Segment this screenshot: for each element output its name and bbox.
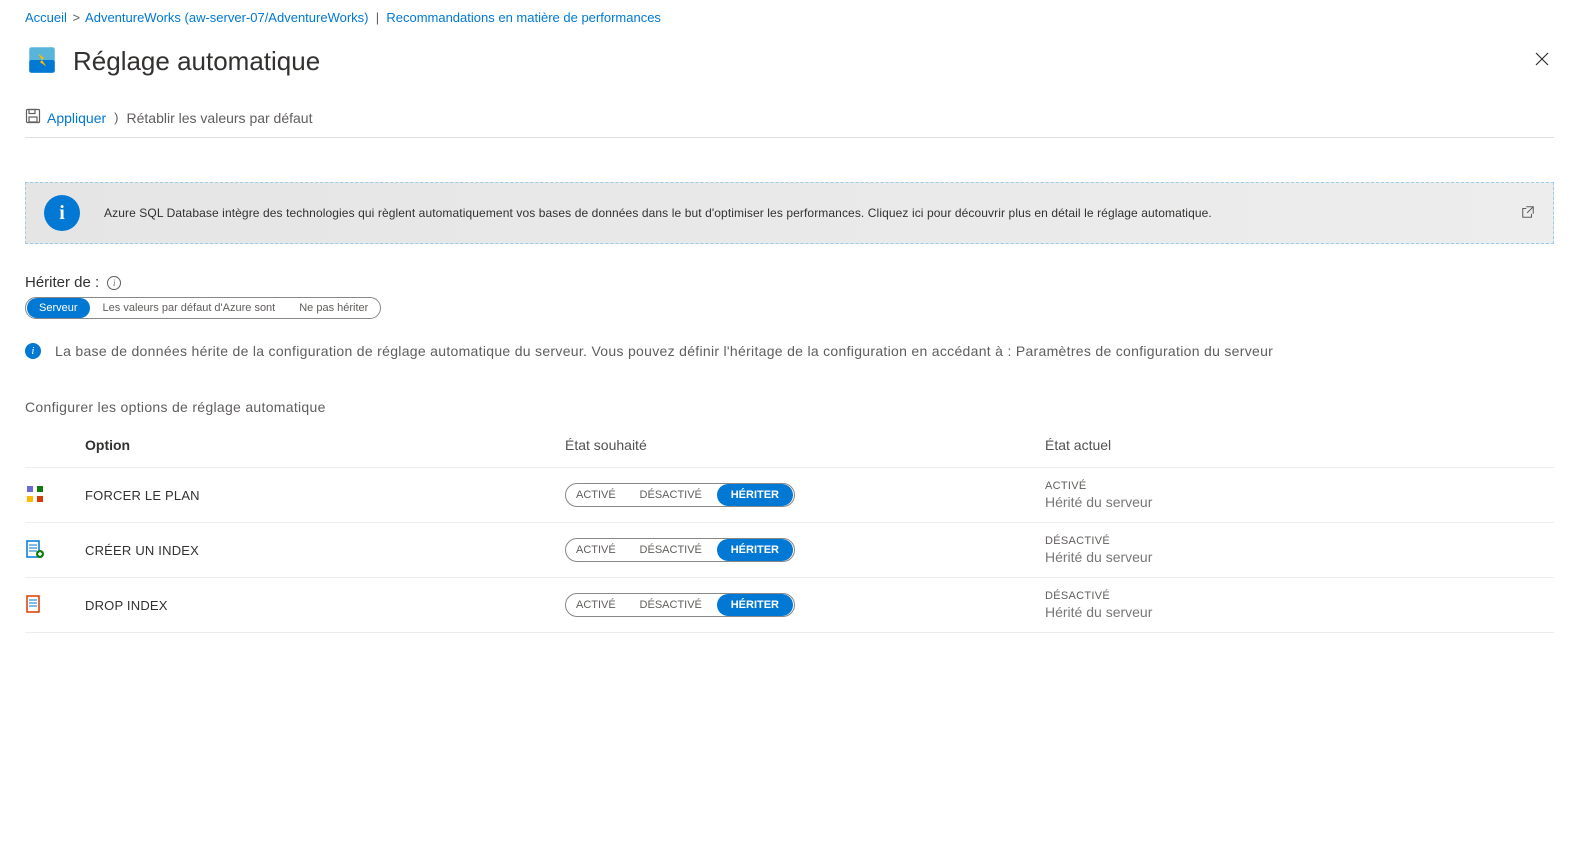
- inherit-option-none[interactable]: Ne pas hériter: [287, 302, 380, 314]
- apply-label: Appliquer: [47, 110, 106, 126]
- current-state: ACTIVÉ Hérité du serveur: [1045, 480, 1554, 510]
- info-icon-small: i: [25, 343, 41, 359]
- configure-options-label: Configurer les options de réglage automa…: [25, 399, 1554, 415]
- tuning-options-table: Option État souhaité État actuel FORCER …: [25, 437, 1554, 633]
- current-state-source: Hérité du serveur: [1045, 494, 1554, 510]
- apply-button[interactable]: Appliquer: [25, 108, 106, 127]
- breadcrumb: Accueil > AdventureWorks (aw-server-07/A…: [25, 10, 1554, 25]
- inherit-from-segmented[interactable]: Serveur Les valeurs par défaut d'Azure s…: [25, 297, 381, 319]
- table-row: CRÉER UN INDEX ACTIVÉ DÉSACTIVÉ HÉRITER …: [25, 522, 1554, 577]
- breadcrumb-home[interactable]: Accueil: [25, 10, 67, 25]
- toggle-inherit[interactable]: HÉRITER: [717, 594, 793, 616]
- desired-state-toggle[interactable]: ACTIVÉ DÉSACTIVÉ HÉRITER: [565, 593, 795, 617]
- desired-state-toggle[interactable]: ACTIVÉ DÉSACTIVÉ HÉRITER: [565, 483, 795, 507]
- toggle-inherit[interactable]: HÉRITER: [717, 484, 793, 506]
- reset-defaults-button[interactable]: Rétablir les valeurs par défaut: [127, 110, 313, 126]
- toggle-on[interactable]: ACTIVÉ: [566, 599, 626, 611]
- breadcrumb-pipe: |: [372, 10, 386, 25]
- toggle-on[interactable]: ACTIVÉ: [566, 489, 626, 501]
- toggle-off[interactable]: DÉSACTIVÉ: [630, 544, 712, 556]
- current-state: DÉSACTIVÉ Hérité du serveur: [1045, 590, 1554, 620]
- toggle-off[interactable]: DÉSACTIVÉ: [630, 599, 712, 611]
- table-row: DROP INDEX ACTIVÉ DÉSACTIVÉ HÉRITER DÉSA…: [25, 577, 1554, 633]
- page-title: Réglage automatique: [73, 46, 320, 77]
- inherit-option-server[interactable]: Serveur: [27, 298, 90, 318]
- database-icon: [25, 43, 59, 80]
- current-state-value: ACTIVÉ: [1045, 480, 1554, 492]
- inherit-description-text: La base de données hérite de la configur…: [55, 343, 1273, 359]
- toolbar: Appliquer ) Rétablir les valeurs par déf…: [25, 108, 1554, 138]
- inherit-from-text: Hériter de :: [25, 274, 99, 291]
- breadcrumb-sep: >: [73, 10, 81, 25]
- info-banner[interactable]: i Azure SQL Database intègre des technol…: [25, 182, 1554, 244]
- current-state-source: Hérité du serveur: [1045, 549, 1554, 565]
- option-name: DROP INDEX: [85, 598, 565, 613]
- breadcrumb-resource[interactable]: AdventureWorks (aw-server-07/AdventureWo…: [85, 10, 368, 25]
- current-state: DÉSACTIVÉ Hérité du serveur: [1045, 535, 1554, 565]
- col-option: Option: [85, 437, 565, 453]
- toggle-inherit[interactable]: HÉRITER: [717, 539, 793, 561]
- inherit-description: i La base de données hérite de la config…: [25, 343, 1554, 359]
- inherit-option-azure-defaults[interactable]: Les valeurs par défaut d'Azure sont: [91, 302, 288, 314]
- drop-index-icon: [25, 594, 85, 617]
- page-header: Réglage automatique: [25, 43, 1554, 80]
- create-index-icon: [25, 539, 85, 562]
- current-state-value: DÉSACTIVÉ: [1045, 535, 1554, 547]
- toggle-on[interactable]: ACTIVÉ: [566, 544, 626, 556]
- save-icon: [25, 108, 41, 127]
- table-row: FORCER LE PLAN ACTIVÉ DÉSACTIVÉ HÉRITER …: [25, 467, 1554, 522]
- breadcrumb-section[interactable]: Recommandations en matière de performanc…: [386, 10, 661, 25]
- toolbar-divider: ): [114, 110, 118, 125]
- desired-state-toggle[interactable]: ACTIVÉ DÉSACTIVÉ HÉRITER: [565, 538, 795, 562]
- info-tooltip-icon[interactable]: i: [107, 276, 121, 290]
- table-header: Option État souhaité État actuel: [25, 437, 1554, 467]
- option-name: FORCER LE PLAN: [85, 488, 565, 503]
- current-state-source: Hérité du serveur: [1045, 604, 1554, 620]
- open-external-icon[interactable]: [1521, 205, 1535, 222]
- info-banner-text: Azure SQL Database intègre des technolog…: [104, 206, 1497, 220]
- inherit-from-label: Hériter de : i: [25, 274, 1554, 291]
- close-button[interactable]: [1534, 51, 1554, 72]
- col-desired-state: État souhaité: [565, 437, 1045, 453]
- force-plan-icon: [25, 484, 85, 507]
- info-icon: i: [44, 195, 80, 231]
- toggle-off[interactable]: DÉSACTIVÉ: [630, 489, 712, 501]
- option-name: CRÉER UN INDEX: [85, 543, 565, 558]
- col-current-state: État actuel: [1045, 437, 1554, 453]
- current-state-value: DÉSACTIVÉ: [1045, 590, 1554, 602]
